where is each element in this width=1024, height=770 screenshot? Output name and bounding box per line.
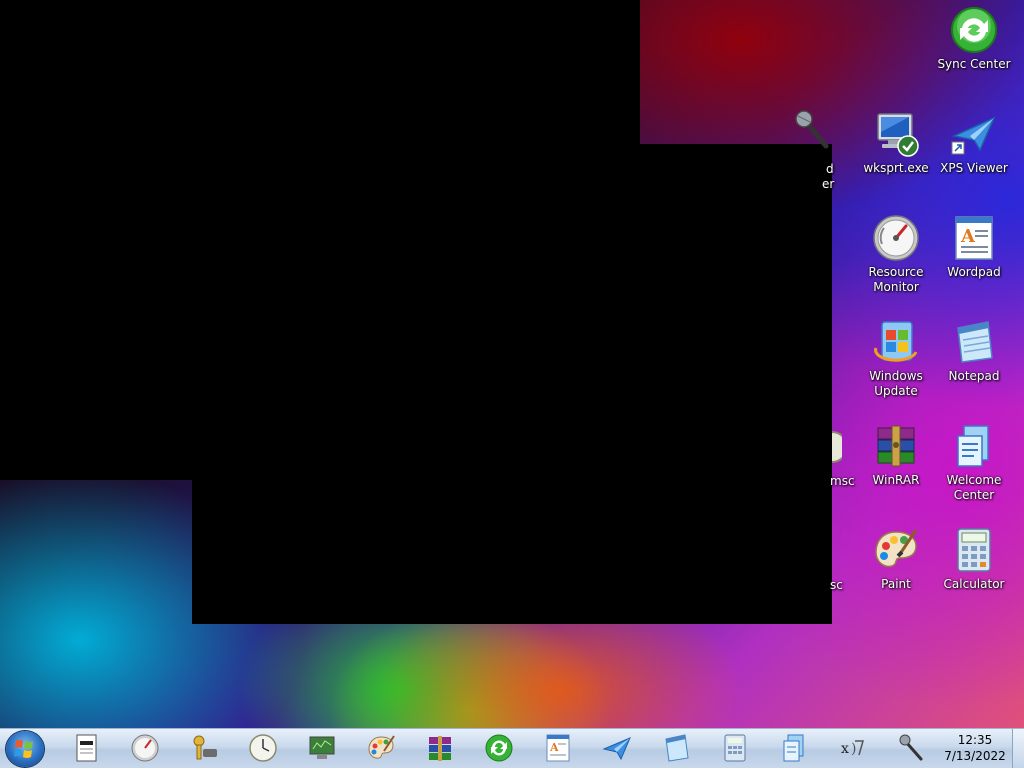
desktop-icon-paint[interactable]: Paint: [858, 526, 934, 592]
xps-viewer-icon: [951, 116, 996, 155]
taskbar-item-math-input[interactable]: x ): [835, 732, 871, 764]
windows-update-icon: [874, 321, 918, 362]
key-icon: [193, 735, 217, 760]
document-icon: [76, 734, 97, 762]
winrar-icon: [877, 425, 915, 467]
welcome-center-icon: [957, 425, 989, 467]
taskbar-item-resource-monitor[interactable]: [127, 732, 163, 764]
clock-icon: [249, 734, 277, 762]
desktop-icon-resource-monitor[interactable]: Resource Monitor: [858, 214, 934, 295]
desktop-icon-label: Notepad: [948, 369, 1000, 383]
taskbar-item-xps-viewer[interactable]: [599, 732, 635, 764]
show-desktop-button[interactable]: [1012, 729, 1024, 768]
taskbar-item-system-monitor[interactable]: [304, 732, 340, 764]
desktop-icon-wksprt[interactable]: wksprt.exe: [858, 110, 934, 176]
desktop-icon-label: Paint: [881, 577, 911, 591]
desktop-icon-label: Sync Center: [937, 57, 1011, 71]
taskbar-item-wordpad[interactable]: A: [540, 732, 576, 764]
desktop-icon-notepad[interactable]: Notepad: [936, 318, 1012, 384]
calculator-icon: [724, 734, 746, 762]
sound-recorder-label-fragment: d: [826, 162, 834, 176]
desktop[interactable]: d er msc sc Sync Center wksprt.exe XPS V…: [0, 0, 1024, 728]
desktop-icon-welcome-center[interactable]: Welcome Center: [936, 422, 1012, 503]
monitor-icon: [309, 736, 335, 759]
desktop-icon-label: Resource Monitor: [868, 265, 924, 294]
msc-label-fragment: msc: [830, 474, 855, 488]
wordpad-icon: A: [546, 734, 570, 762]
desktop-icon-label: XPS Viewer: [940, 161, 1008, 175]
desktop-icon-label: Calculator: [943, 577, 1005, 591]
taskbar-item-notepad[interactable]: [658, 732, 694, 764]
system-clock[interactable]: 12:35 7/13/2022: [940, 732, 1010, 764]
taskbar-item-sync-center[interactable]: [481, 732, 517, 764]
gauge-icon: [873, 215, 919, 261]
clock-time: 12:35: [957, 733, 993, 747]
snap-icon-fragment: [832, 430, 842, 464]
taskbar-item-calculator[interactable]: [717, 732, 753, 764]
math-input-icon: x ): [841, 740, 864, 757]
taskbar-item-credential-manager[interactable]: [186, 732, 222, 764]
svg-text:): ): [851, 741, 856, 757]
taskbar-item-sound-recorder[interactable]: [894, 732, 930, 764]
msc-label-fragment: sc: [830, 578, 843, 592]
svg-text:A: A: [549, 741, 559, 754]
desktop-icon-label: Welcome Center: [946, 473, 1002, 502]
clock-date: 7/13/2022: [944, 749, 1006, 763]
svg-text:x: x: [841, 741, 849, 757]
wordpad-icon: A: [955, 216, 993, 260]
sound-recorder-label-fragment: er: [822, 177, 835, 191]
calculator-icon: [957, 528, 991, 572]
winrar-icon: [429, 736, 451, 761]
taskbar-item-paint[interactable]: [363, 732, 399, 764]
microphone-icon: [899, 734, 923, 761]
desktop-icon-winrar[interactable]: WinRAR: [858, 422, 934, 488]
desktop-icon-windows-update[interactable]: Windows Update: [858, 318, 934, 399]
desktop-icon-label: WinRAR: [872, 473, 920, 487]
paint-palette-icon: [875, 529, 918, 568]
obscured-region: [192, 144, 832, 624]
svg-text:A: A: [960, 226, 976, 247]
desktop-icon-label: wksprt.exe: [863, 161, 929, 175]
taskbar-item-clock[interactable]: [245, 732, 281, 764]
taskbar-item-winrar[interactable]: [422, 732, 458, 764]
welcome-center-icon: [783, 734, 804, 762]
desktop-icon-label: Wordpad: [947, 265, 1001, 279]
windows-logo-icon: [14, 740, 33, 758]
paint-palette-icon: [368, 735, 395, 759]
gauge-icon: [131, 734, 159, 762]
sync-icon: [951, 7, 997, 53]
notepad-icon: [957, 321, 993, 363]
desktop-icon-sync-center[interactable]: Sync Center: [936, 6, 1012, 72]
remote-desktop-icon: [877, 113, 919, 157]
desktop-icon-xps-viewer[interactable]: XPS Viewer: [936, 110, 1012, 176]
desktop-icon-label: Windows Update: [869, 369, 923, 398]
desktop-icon-wordpad[interactable]: A Wordpad: [936, 214, 1012, 280]
xps-viewer-icon: [602, 737, 631, 761]
start-button[interactable]: [6, 731, 44, 767]
taskbar-item-welcome-center[interactable]: [776, 732, 812, 764]
microphone-icon[interactable]: [792, 108, 832, 158]
desktop-icon-calculator[interactable]: Calculator: [936, 526, 1012, 592]
notepad-icon: [665, 734, 689, 762]
taskbar-item-document[interactable]: [68, 732, 104, 764]
sync-icon: [485, 734, 513, 762]
